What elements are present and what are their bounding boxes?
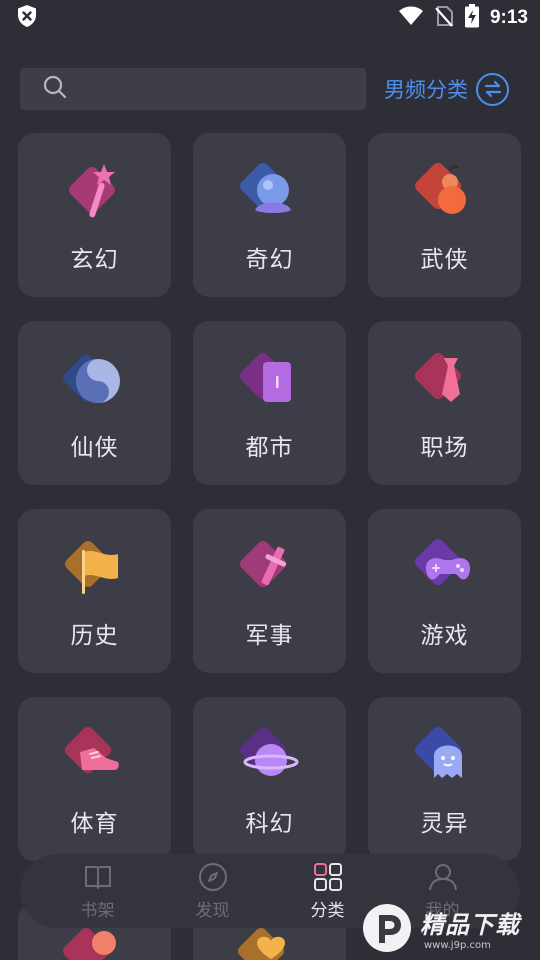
gender-switch-label: 男频分类 xyxy=(384,78,468,102)
compass-icon xyxy=(198,863,227,891)
user-icon xyxy=(428,864,457,891)
category-card-qihuan[interactable]: 奇幻 xyxy=(193,133,346,297)
category-label: 历史 xyxy=(70,623,119,649)
category-label: 体育 xyxy=(70,811,119,837)
sword-icon xyxy=(235,534,305,604)
header: 男频分类 xyxy=(20,68,520,110)
flag-icon xyxy=(60,534,130,604)
watermark-title: 精品下载 xyxy=(420,911,520,939)
category-label: 奇幻 xyxy=(245,247,294,273)
nav-item-category[interactable]: 分类 xyxy=(288,861,368,921)
category-card-lingyi[interactable]: 灵异 xyxy=(368,697,521,861)
nav-item-discover[interactable]: 发现 xyxy=(173,861,253,921)
category-card-xuanhuan[interactable]: 玄幻 xyxy=(18,133,171,297)
watermark-logo-icon xyxy=(363,904,411,952)
category-grid: 玄幻 奇幻 武侠 仙侠 都市 职场 历史 军事 游戏 体育 科幻 灵异 xyxy=(18,133,522,861)
battery-charging-icon xyxy=(464,4,480,32)
watermark-url: www.j9p.com xyxy=(424,940,491,951)
wifi-icon xyxy=(398,6,424,30)
category-card-tiyu[interactable]: 体育 xyxy=(18,697,171,861)
category-grid-icon xyxy=(313,863,342,891)
no-sim-icon xyxy=(434,5,454,31)
planet-icon xyxy=(235,722,305,792)
nav-label: 书架 xyxy=(80,901,115,921)
shield-x-icon xyxy=(16,4,38,32)
swap-icon xyxy=(476,72,509,106)
category-card-kehuan[interactable]: 科幻 xyxy=(193,697,346,861)
magic-wand-icon xyxy=(60,158,130,228)
status-time: 9:13 xyxy=(489,7,528,28)
category-label: 军事 xyxy=(245,623,294,649)
category-card-junshi[interactable]: 军事 xyxy=(193,509,346,673)
category-label: 玄幻 xyxy=(70,247,119,273)
phone-icon xyxy=(235,346,305,416)
category-label: 游戏 xyxy=(420,623,469,649)
category-label: 仙侠 xyxy=(70,435,119,461)
category-card-zhichang[interactable]: 职场 xyxy=(368,321,521,485)
necktie-icon xyxy=(410,346,480,416)
gender-switch-button[interactable]: 男频分类 xyxy=(384,72,509,106)
gamepad-icon xyxy=(410,534,480,604)
nav-label: 分类 xyxy=(310,901,345,921)
nav-item-bookshelf[interactable]: 书架 xyxy=(58,861,138,921)
status-bar: 9:13 xyxy=(0,0,540,36)
gourd-icon xyxy=(410,158,480,228)
sneaker-icon xyxy=(60,722,130,792)
category-card-wuxia[interactable]: 武侠 xyxy=(368,133,521,297)
category-card-lishi[interactable]: 历史 xyxy=(18,509,171,673)
yin-yang-icon xyxy=(60,346,130,416)
ghost-icon xyxy=(410,722,480,792)
book-icon xyxy=(84,866,111,889)
search-icon xyxy=(42,74,68,104)
search-box[interactable] xyxy=(20,68,366,110)
category-label: 科幻 xyxy=(245,811,294,837)
watermark: 精品下载 www.j9p.com xyxy=(360,896,540,960)
category-label: 都市 xyxy=(245,435,294,461)
crystal-ball-icon xyxy=(235,158,305,228)
category-card-xianxia[interactable]: 仙侠 xyxy=(18,321,171,485)
category-label: 职场 xyxy=(420,435,469,461)
category-label: 武侠 xyxy=(420,247,469,273)
category-card-dushi[interactable]: 都市 xyxy=(193,321,346,485)
category-card-youxi[interactable]: 游戏 xyxy=(368,509,521,673)
nav-label: 发现 xyxy=(195,901,230,921)
category-label: 灵异 xyxy=(420,811,469,837)
